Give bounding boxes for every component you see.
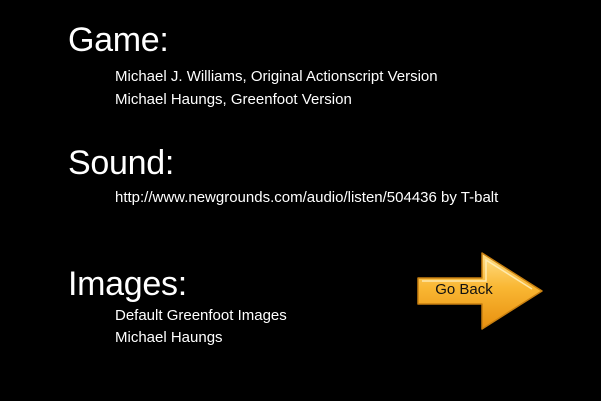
sound-credit-line: http://www.newgrounds.com/audio/listen/5… [115,189,499,206]
game-credit-line: Michael J. Williams, Original Actionscri… [115,68,438,85]
game-credit-line: Michael Haungs, Greenfoot Version [115,91,352,108]
go-back-button[interactable]: Go Back [416,251,544,331]
images-credit-line: Michael Haungs [115,329,223,346]
images-heading: Images: [68,265,187,303]
credits-screen: Game: Michael J. Williams, Original Acti… [0,0,601,401]
go-back-label: Go Back [435,281,493,298]
sound-heading: Sound: [68,144,174,182]
game-heading: Game: [68,21,169,59]
images-credit-line: Default Greenfoot Images [115,307,287,324]
